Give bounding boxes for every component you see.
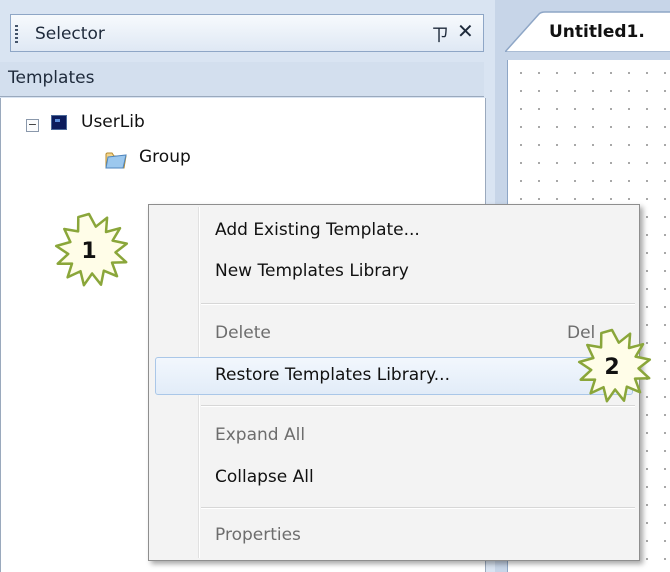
menu-item-delete[interactable]: Delete	[215, 323, 271, 343]
panel-header: Selector ㄗ ✕	[10, 14, 484, 52]
templates-label: Templates	[8, 68, 95, 88]
menu-item-expand-all[interactable]: Expand All	[215, 425, 305, 445]
templates-section-header: Templates	[0, 62, 484, 97]
callout-2: 2	[569, 325, 655, 411]
menu-separator	[201, 303, 635, 305]
library-icon	[51, 115, 67, 130]
menu-item-add-existing-template[interactable]: Add Existing Template...	[215, 220, 420, 240]
panel-title: Selector	[35, 24, 105, 44]
context-menu: Add Existing Template... New Templates L…	[148, 204, 640, 561]
folder-icon	[105, 152, 127, 169]
callout-1: 1	[46, 209, 132, 295]
tree-item-userlib[interactable]: UserLib	[81, 112, 145, 132]
menu-separator	[201, 507, 635, 509]
tree-item-group[interactable]: Group	[139, 147, 191, 167]
collapse-toggle-icon[interactable]: −	[26, 119, 39, 132]
menu-item-new-templates-library[interactable]: New Templates Library	[215, 261, 409, 281]
pin-icon[interactable]: ㄗ	[431, 21, 449, 47]
callout-number: 2	[604, 355, 620, 380]
menu-item-collapse-all[interactable]: Collapse All	[215, 467, 314, 487]
callout-number: 1	[81, 239, 97, 264]
menu-item-properties[interactable]: Properties	[215, 525, 301, 545]
drag-grip-icon[interactable]	[15, 25, 18, 43]
menu-item-restore-templates-library[interactable]: Restore Templates Library...	[215, 365, 450, 385]
close-icon[interactable]: ✕	[457, 19, 474, 43]
document-tab-label[interactable]: Untitled1.	[549, 22, 645, 42]
